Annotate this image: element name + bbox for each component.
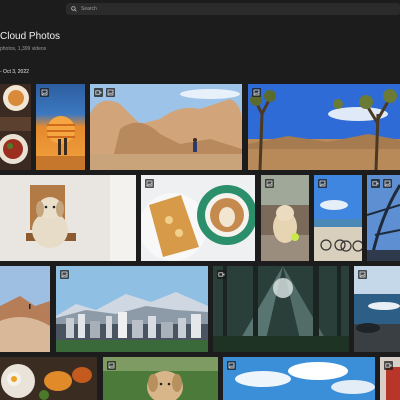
photo-city-mountains[interactable] [56,266,208,352]
image-icon [106,88,115,97]
search-box[interactable]: Search [66,3,400,15]
image-icon [227,361,236,370]
item-count: photos, 1,399 videos [0,46,47,52]
photo-desert-dune[interactable] [0,266,50,352]
image-icon [107,361,116,370]
image-icon [60,270,69,279]
video-icon [217,270,226,279]
search-placeholder: Search [81,6,97,12]
photo-sky-clouds[interactable] [223,357,375,400]
image-icon [265,179,274,188]
photo-food-plate[interactable] [0,84,31,170]
image-icon [252,88,261,97]
photo-dog-on-chair[interactable] [0,175,136,261]
date-range-header: - Oct 3, 2022 [0,69,29,75]
photo-toast-and-latte[interactable] [141,175,255,261]
image-icon [145,179,154,188]
top-bar: Search [0,0,400,18]
video-icon [94,88,103,97]
photo-forest-sunbeams[interactable] [213,266,349,352]
photo-dog-grass[interactable] [103,357,218,400]
image-icon [358,270,367,279]
search-icon [71,6,77,12]
photo-joshua-trees[interactable] [248,84,400,170]
image-icon [383,179,392,188]
photo-breakfast[interactable] [0,357,97,400]
image-icon [318,179,327,188]
video-icon [371,179,380,188]
image-icon [40,88,49,97]
video-icon [384,361,393,370]
page-title: Cloud Photos [0,31,61,42]
